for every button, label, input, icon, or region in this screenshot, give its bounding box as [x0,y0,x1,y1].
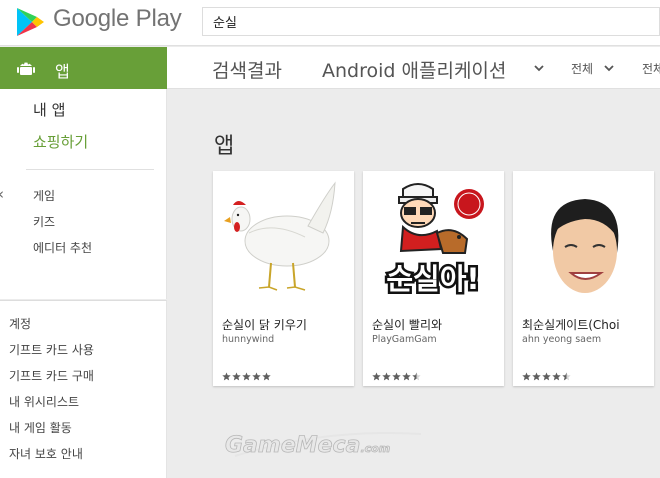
menu-item-buy-gift-card[interactable]: 기프트 카드 구매 [9,367,94,384]
results-subheader: 검색결과 Android 애플리케이션 전체 전체 [167,47,660,89]
star-icon [532,366,541,381]
search-input[interactable] [203,8,659,35]
menu-item-wishlist[interactable]: 내 위시리스트 [9,393,79,410]
star-icon [392,366,401,381]
star-icon [242,366,251,381]
star-icon [552,366,561,381]
chevron-left-icon[interactable]: ‹ [0,185,4,203]
android-icon [17,62,35,75]
star-icon [542,366,551,381]
apps-tab-label: 앱 [55,62,70,81]
app-card[interactable]: 최순실게이트(Choi ahn yeong saem [513,171,654,386]
star-icon [562,366,571,381]
menu-item-redeem-gift-card[interactable]: 기프트 카드 사용 [9,341,94,358]
menu-item-parent-guide[interactable]: 자녀 보호 안내 [9,445,83,462]
sidebar-item-editors-choice[interactable]: 에디터 추천 [33,239,92,256]
star-icon [382,366,391,381]
app-thumbnail-portrait[interactable] [513,171,654,306]
svg-text:GameMeca.com: GameMeca.com [225,433,390,458]
sidebar-item-shop[interactable]: 쇼핑하기 [33,131,88,152]
chevron-down-icon[interactable] [534,63,544,73]
top-bar: Google Play [0,0,660,46]
price-filter-dropdown[interactable]: 전체 [571,60,593,77]
menu-item-account[interactable]: 계정 [9,315,31,332]
star-icon [412,366,421,381]
app-developer[interactable]: hunnywind [222,334,274,345]
app-thumbnail-text: 순실아! [386,262,479,296]
app-card[interactable]: 순실아! 순실이 빨리와 PlayGamGam [363,171,504,386]
sidebar-account-menu: 계정 기프트 카드 사용 기프트 카드 구매 내 위시리스트 내 게임 활동 자… [0,300,167,478]
star-icon [252,366,261,381]
star-rating [222,366,272,381]
results-title: 검색결과 [212,60,282,82]
app-developer[interactable]: PlayGamGam [372,334,437,345]
google-play-logo-icon[interactable] [14,6,46,38]
sidebar-nav: ‹ 내 앱 쇼핑하기 게임 키즈 에디터 추천 [0,89,167,299]
sidebar-item-my-apps[interactable]: 내 앱 [33,99,65,120]
app-name[interactable]: 최순실게이트(Choi [522,316,620,333]
gamemeca-watermark-logo: GameMeca.com [225,431,422,458]
app-name[interactable]: 순실이 닭 키우기 [222,316,307,333]
sidebar-item-kids[interactable]: 키즈 [33,213,55,230]
app-developer[interactable]: ahn yeong saem [522,334,601,345]
star-icon [262,366,271,381]
star-icon [222,366,231,381]
sidebar-item-games[interactable]: 게임 [33,187,55,204]
section-title: 앱 [214,134,235,159]
star-icon [232,366,241,381]
star-rating [372,366,422,381]
brand-name[interactable]: Google Play [53,5,182,33]
rating-filter-dropdown[interactable]: 전체 [642,60,660,77]
menu-item-play-activity[interactable]: 내 게임 활동 [9,419,72,436]
star-icon [372,366,381,381]
divider [26,169,154,170]
sidebar-tab-apps[interactable]: 앱 [0,47,167,89]
star-icon [522,366,531,381]
star-rating [522,366,572,381]
app-name[interactable]: 순실이 빨리와 [372,316,442,333]
app-thumbnail-cartoon[interactable]: 순실아! [363,171,504,306]
category-filter-dropdown[interactable]: Android 애플리케이션 [322,56,506,83]
search-box[interactable] [202,7,660,36]
app-card[interactable]: 순실이 닭 키우기 hunnywind [213,171,354,386]
app-thumbnail-chicken[interactable] [213,171,354,306]
chevron-down-icon[interactable] [604,63,614,73]
star-icon [402,366,411,381]
